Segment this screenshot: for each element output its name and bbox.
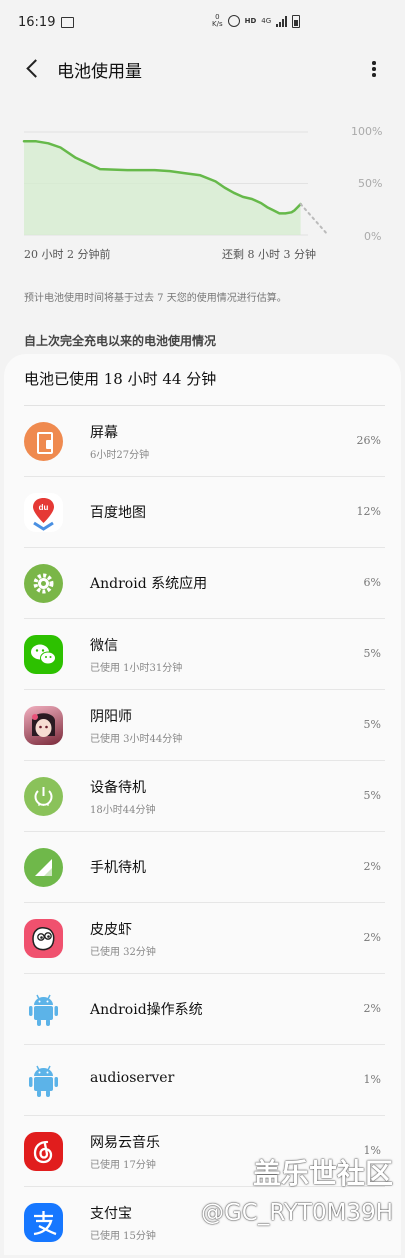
usage-list-item[interactable]: 微信已使用 1小时31分钟 5% (4, 619, 401, 690)
usage-list-item[interactable]: 屏幕 6小时27分钟 26% (4, 406, 401, 477)
signal-icon (276, 15, 288, 27)
usage-percent: 26% (356, 434, 381, 447)
usage-list-item[interactable]: 手机待机 2% (4, 832, 401, 903)
back-button[interactable] (24, 59, 44, 79)
android-robot-icon (24, 1061, 63, 1100)
onmyoji-icon (24, 706, 63, 745)
alarm-icon (227, 15, 240, 27)
usage-percent: 5% (363, 789, 381, 802)
app-name: 支付宝 (90, 1206, 132, 1222)
more-dot (372, 73, 376, 77)
y-tick-label: 0% (364, 230, 382, 243)
battery-area (24, 141, 301, 235)
usage-time: 6小时27分钟 (90, 450, 150, 461)
usage-percent: 12% (356, 505, 381, 518)
baidu-map-icon: du (24, 493, 63, 532)
app-name: 皮皮虾 (90, 922, 132, 938)
app-name: 网易云音乐 (90, 1135, 160, 1151)
netease-music-icon (24, 1132, 63, 1171)
usage-time: 已使用 3小时44分钟 (90, 734, 183, 745)
net-speed: 0 K/s (212, 13, 223, 28)
usage-percent: 2% (363, 860, 381, 873)
signal-icon (24, 848, 63, 887)
usage-percent: 1% (363, 1073, 381, 1086)
app-name: 微信 (90, 638, 118, 654)
power-standby-icon (24, 777, 63, 816)
more-dot (372, 61, 376, 65)
usage-percent: 2% (363, 931, 381, 944)
usage-list-item[interactable]: 支付宝已使用 15分钟 (4, 1187, 401, 1258)
page-title: 电池使用量 (57, 62, 142, 82)
usage-time: 已使用 15分钟 (90, 1231, 156, 1242)
usage-percent: 1% (363, 1144, 381, 1157)
app-name: 百度地图 (90, 505, 146, 521)
app-name: 设备待机 (90, 780, 146, 796)
more-options-button[interactable] (364, 58, 384, 80)
pipixia-icon (24, 919, 63, 958)
app-name: 屏幕 (90, 425, 118, 441)
x-end-label: 还剩 8 小时 3 分钟 (222, 248, 316, 261)
svg-text:du: du (39, 503, 49, 512)
alipay-icon (24, 1203, 63, 1242)
hd-icon: HD (244, 17, 257, 25)
usage-time: 18小时44分钟 (90, 805, 156, 816)
app-name: Android操作系统 (90, 1002, 203, 1018)
network-type: 4G (261, 16, 272, 25)
usage-time: 已使用 17分钟 (90, 1160, 156, 1171)
app-bar: 电池使用量 (0, 46, 405, 92)
usage-list-item[interactable]: Android操作系统 2% (4, 974, 401, 1045)
usage-percent: 2% (363, 1002, 381, 1015)
usage-percent: 5% (363, 718, 381, 731)
usage-list-item[interactable]: audioserver 1% (4, 1045, 401, 1116)
battery-chart: 100% 50% 0% 20 小时 2 分钟前 还剩 8 小时 3 分钟 (0, 110, 405, 270)
usage-list-item[interactable]: 皮皮虾已使用 32分钟 2% (4, 903, 401, 974)
section-title: 自上次完全充电以来的电池使用情况 (24, 334, 217, 348)
wechat-icon (24, 635, 63, 674)
x-start-label: 20 小时 2 分钟前 (24, 248, 111, 261)
android-robot-icon (24, 990, 63, 1029)
usage-time: 已使用 1小时31分钟 (90, 663, 183, 674)
y-tick-label: 100% (351, 125, 383, 138)
status-icons: 0 K/s HD 4G (212, 12, 301, 30)
status-time: 16:19 (18, 15, 56, 30)
screen-icon (24, 422, 63, 461)
usage-list-item[interactable]: Android 系统应用 6% (4, 548, 401, 619)
app-name: 阴阳师 (90, 709, 132, 725)
estimate-note: 预计电池使用时间将基于过去 7 天您的使用情况进行估算。 (24, 293, 287, 304)
more-dot (372, 67, 376, 71)
battery-icon (292, 14, 301, 28)
usage-list-item[interactable]: du 百度地图 12% (4, 477, 401, 548)
usage-list-item[interactable]: 网易云音乐已使用 17分钟 1% (4, 1116, 401, 1187)
usage-percent: 5% (363, 647, 381, 660)
status-bar: 16:19 0 K/s HD 4G (0, 0, 405, 46)
android-settings-icon (24, 564, 63, 603)
usage-list-item[interactable]: 设备待机 18小时44分钟 5% (4, 761, 401, 832)
y-tick-label: 50% (358, 177, 383, 190)
app-name: 手机待机 (90, 860, 146, 876)
app-name: audioserver (90, 1070, 175, 1086)
projection-line (299, 203, 329, 236)
gallery-notification-icon (61, 17, 74, 28)
usage-list-item[interactable]: 阴阳师已使用 3小时44分钟 5% (4, 690, 401, 761)
app-name: Android 系统应用 (90, 576, 208, 592)
usage-time: 已使用 32分钟 (90, 947, 156, 958)
usage-summary: 电池已使用 18 小时 44 分钟 (24, 370, 217, 388)
usage-percent: 6% (363, 576, 381, 589)
